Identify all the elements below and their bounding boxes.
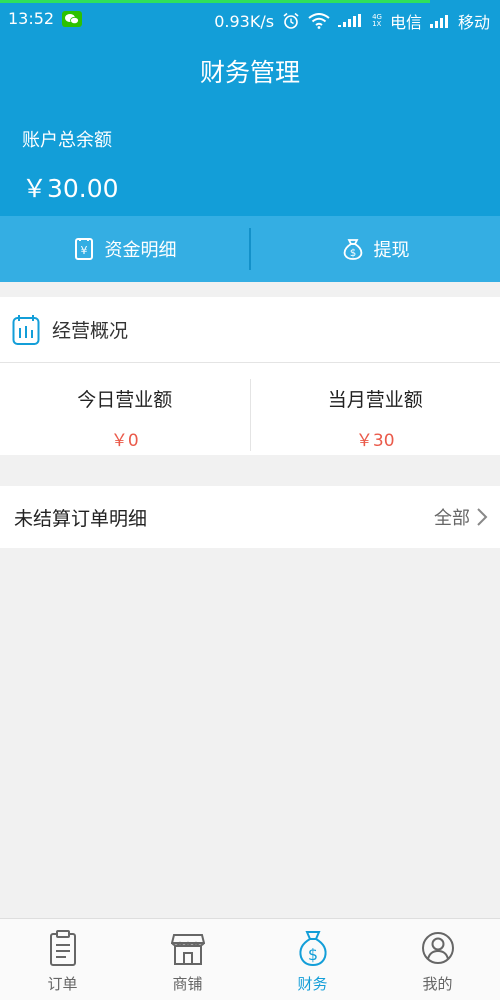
- business-overview-card: 经营概况 今日营业额 ￥0 当月营业额 ￥30: [0, 297, 500, 455]
- tab-finance-label: 财务: [297, 975, 328, 993]
- chevron-right-icon: [477, 508, 488, 526]
- status-bar: 13:52 0.93K/s 4G 1X 电信 移动: [0, 0, 500, 38]
- tab-finance[interactable]: $ 财务: [250, 919, 375, 1000]
- balance-label: 账户总余额: [22, 130, 112, 151]
- tab-profile-label: 我的: [422, 975, 453, 993]
- page-title: 财务管理: [199, 58, 300, 87]
- unsettled-orders-title: 未结算订单明细: [14, 507, 148, 530]
- month-revenue-label: 当月营业额: [327, 389, 423, 411]
- carrier-mobile: 移动: [457, 13, 490, 32]
- tab-profile[interactable]: 我的: [375, 919, 500, 1000]
- withdraw-label: 提现: [373, 240, 410, 261]
- status-network-speed: 0.93K/s: [214, 11, 275, 31]
- status-progress-line: [0, 0, 430, 3]
- network-type: 4G 1X: [372, 13, 382, 28]
- finance-header: 财务管理 账户总余额 ￥30.00: [0, 38, 500, 216]
- withdraw-button[interactable]: $ 提现: [251, 216, 500, 282]
- receipt-icon: ¥: [74, 238, 93, 260]
- balance-value: ￥30.00: [22, 174, 119, 203]
- money-bag-icon: $: [298, 931, 327, 967]
- calendar-chart-icon: [12, 314, 40, 345]
- view-all-link[interactable]: 全部: [434, 504, 488, 530]
- status-time: 13:52: [8, 9, 55, 28]
- svg-text:$: $: [307, 945, 317, 964]
- wifi-icon: [308, 13, 330, 29]
- month-revenue: 当月营业额 ￥30: [251, 379, 500, 455]
- view-all-label: 全部: [434, 508, 470, 529]
- today-revenue-value: ￥0: [110, 431, 139, 451]
- action-bar: ¥ 资金明细 $ 提现: [0, 216, 500, 282]
- today-revenue-label: 今日营业额: [77, 389, 173, 411]
- signal-icon-2: [429, 15, 448, 28]
- svg-text:$: $: [349, 248, 355, 259]
- month-revenue-value: ￥30: [355, 431, 395, 451]
- fund-details-label: 资金明细: [104, 240, 177, 261]
- revenue-stats: 今日营业额 ￥0 当月营业额 ￥30: [0, 379, 500, 455]
- fund-details-button[interactable]: ¥ 资金明细: [0, 216, 249, 282]
- bottom-tab-bar: 订单 商铺 $ 财务 我的: [0, 918, 500, 1000]
- carrier-telecom: 电信: [389, 13, 422, 32]
- tab-orders[interactable]: 订单: [0, 919, 125, 1000]
- unsettled-orders-row[interactable]: 未结算订单明细 全部: [0, 486, 500, 548]
- tab-orders-label: 订单: [47, 975, 78, 993]
- alarm-icon: [283, 12, 299, 29]
- overview-title: 经营概况: [52, 320, 129, 342]
- signal-icon: [338, 14, 362, 27]
- overview-header: 经营概况: [0, 297, 500, 363]
- money-bag-icon: $: [343, 239, 362, 260]
- user-icon: [421, 932, 454, 964]
- wechat-icon: [62, 10, 83, 27]
- svg-text:¥: ¥: [80, 244, 87, 257]
- clipboard-icon: [49, 930, 76, 966]
- tab-shop[interactable]: 商铺: [125, 919, 250, 1000]
- shop-icon: [170, 934, 205, 965]
- tab-shop-label: 商铺: [172, 975, 203, 993]
- today-revenue: 今日营业额 ￥0: [0, 379, 250, 455]
